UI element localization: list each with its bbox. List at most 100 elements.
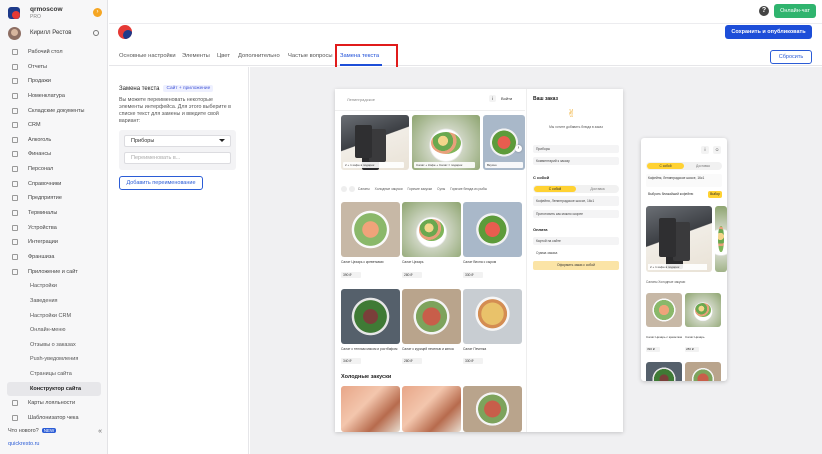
integration-icon: [12, 239, 18, 246]
dish-image: [463, 386, 522, 432]
highlight-box: [335, 44, 398, 69]
sidebar-item[interactable]: Персонал: [0, 162, 108, 177]
sidebar-item[interactable]: Карты лояльности: [0, 396, 108, 411]
crm-icon: [12, 122, 18, 129]
panel-title-text: Замена текста: [119, 86, 160, 92]
help-icon[interactable]: ?: [759, 6, 769, 16]
sidebar-item-label: Отчеты: [28, 63, 48, 70]
brand-logo: [8, 7, 20, 19]
dish-image: [341, 289, 400, 344]
sidebar-item[interactable]: Шаблонизатор чека: [0, 411, 108, 426]
mobile-pick: Выбрать ближайший кофейню Выбор: [646, 190, 722, 199]
alcohol-icon: [12, 136, 18, 143]
sidebar-item[interactable]: Терминалы: [0, 206, 108, 221]
sidebar-item[interactable]: Настройки CRM: [0, 309, 108, 324]
sidebar-item[interactable]: Предприятие: [0, 191, 108, 206]
replacement-card: Приборы: [119, 130, 236, 170]
text-select[interactable]: Приборы: [124, 135, 231, 147]
sidebar-item-label: Устройства: [28, 224, 57, 231]
whats-new[interactable]: Что нового? NEW «: [8, 428, 102, 435]
rename-input[interactable]: [124, 152, 231, 164]
reports-icon: [12, 63, 18, 70]
promo-slide: 2 + 1 кофе в подарок: [341, 115, 409, 170]
tab-additional[interactable]: Дополнительно: [238, 53, 280, 59]
cart-empty-text: Мы хотите добавить блюда в заказ: [549, 125, 603, 129]
sidebar-item[interactable]: Страницы сайта: [0, 367, 108, 382]
slider-next-icon: ›: [515, 145, 522, 152]
sidebar-item-label: Приложение и сайт: [28, 268, 78, 275]
dish-name: Салат Весна с сыром: [463, 260, 497, 264]
sidebar-item[interactable]: Продажи: [0, 74, 108, 89]
sidebar-item-label: CRM: [28, 122, 41, 129]
dish-image: [402, 289, 461, 344]
sidebar-item[interactable]: Номенклатура: [0, 89, 108, 104]
sidebar-item-label: Настройки: [30, 283, 57, 290]
tab-elements[interactable]: Элементы: [182, 53, 210, 59]
hand-icon: ✌: [567, 108, 577, 120]
sidebar-item[interactable]: Интеграции: [0, 235, 108, 250]
company-icon: [12, 195, 18, 202]
sidebar-item[interactable]: Push-уведомления: [0, 352, 108, 367]
reset-button[interactable]: Сбросить: [770, 50, 812, 64]
sidebar-item-label: Отзывы о заказах: [30, 341, 76, 348]
dish-price: 280 ₽: [402, 358, 422, 364]
sidebar-item[interactable]: Настройки: [0, 279, 108, 294]
sidebar-item[interactable]: Онлайн-меню: [0, 323, 108, 338]
cart-total: Сумма заказа: [536, 251, 558, 255]
sidebar-item[interactable]: Заведения: [0, 294, 108, 309]
sidebar-item[interactable]: Алкоголь: [0, 133, 108, 148]
user-icon: ☺: [713, 146, 721, 154]
save-publish-button[interactable]: Сохранить и опубликовать: [725, 25, 812, 39]
sidebar-item-label: Конструктор сайта: [30, 385, 82, 392]
dashboard-icon: [12, 49, 18, 55]
power-icon[interactable]: [93, 30, 99, 36]
dish-price: 330 ₽: [463, 358, 483, 364]
sidebar-item[interactable]: Конструктор сайта: [7, 381, 101, 397]
collapse-icon[interactable]: «: [98, 428, 102, 435]
sidebar-item[interactable]: Рабочий стол: [0, 45, 108, 60]
panel-description: Вы можете переименовать некоторые элемен…: [119, 97, 231, 124]
promo-caption: Вкусно: [485, 162, 523, 168]
cart-place: Кофейня, Ленинградское шоссе, 16с1: [533, 196, 619, 206]
sidebar-item[interactable]: Отзывы о заказах: [0, 338, 108, 353]
promo-slide: Салат + Кофе + Салат = подарок: [412, 115, 480, 170]
sidebar-item-label: Онлайн-меню: [30, 327, 66, 334]
topbar: ? Онлайн-чат: [109, 0, 822, 24]
tab-color[interactable]: Цвет: [217, 53, 230, 59]
finance-icon: [12, 151, 18, 158]
sidebar-item[interactable]: Приложение и сайт: [0, 265, 108, 280]
user-profile[interactable]: Кирилл Рестов: [8, 27, 104, 41]
sidebar-item-label: Предприятие: [28, 195, 62, 202]
sales-icon: [12, 78, 18, 85]
tab-main-settings[interactable]: Основные настройки: [119, 53, 176, 59]
cart-panel: Ваш заказ ✌ Мы хотите добавить блюда в з…: [526, 89, 623, 432]
site-link[interactable]: quickresto.ru: [8, 441, 40, 447]
online-chat-button[interactable]: Онлайн-чат: [774, 4, 816, 18]
whats-new-label: Что нового?: [8, 428, 39, 434]
brand[interactable]: qrmoscow PRO ›: [8, 5, 104, 21]
franchise-icon: [12, 253, 18, 260]
sidebar-item[interactable]: Справочники: [0, 177, 108, 192]
cart-pay-label: Оплата: [533, 227, 548, 232]
book-icon: [12, 180, 18, 187]
sidebar-item[interactable]: Устройства: [0, 221, 108, 236]
text-replacement-panel: Замена текста Сайт + приложение Вы можете…: [109, 67, 249, 454]
add-rename-button[interactable]: Добавить переименование: [119, 176, 203, 190]
sidebar-item[interactable]: Отчеты: [0, 60, 108, 75]
category-bar: Салаты Холодные закуски Горячие закуски …: [341, 186, 525, 196]
filter-icon: [349, 186, 355, 192]
sidebar-item[interactable]: Складские документы: [0, 104, 108, 119]
preview-login: Войти: [501, 96, 513, 101]
cart-time: Приготовить как можно скорее: [533, 210, 619, 218]
receipt-icon: [12, 415, 18, 422]
arrow-right-icon[interactable]: ›: [93, 8, 102, 17]
sidebar-item[interactable]: CRM: [0, 118, 108, 133]
dish-name: Салат с курицей печенью и киноа: [402, 347, 454, 351]
toggle-delivery: Доставка: [590, 187, 605, 191]
sidebar-item[interactable]: Франшиза: [0, 250, 108, 265]
sidebar-item[interactable]: Финансы: [0, 147, 108, 162]
sidebar-item-label: Номенклатура: [28, 92, 65, 99]
tab-faq[interactable]: Частые вопросы: [288, 53, 333, 59]
dish-price: 280 ₽: [402, 272, 422, 278]
dish-image: [463, 202, 522, 257]
